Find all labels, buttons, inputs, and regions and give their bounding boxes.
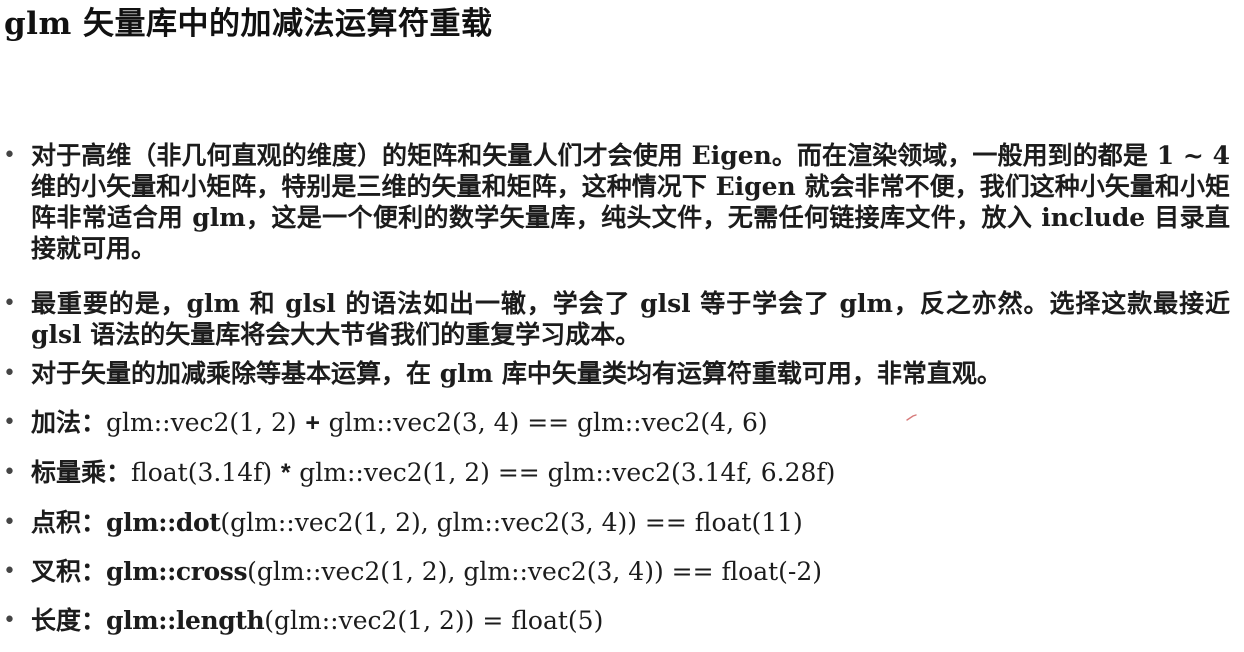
multiply-operator: * <box>280 459 291 487</box>
function-name: glm::dot <box>106 508 221 537</box>
bullet-list: • 对于高维（非几何直观的维度）的矩阵和矢量人们才会使用 Eigen。而在渲染领… <box>0 140 1230 636</box>
slide-title: glm 矢量库中的加减法运算符重载 <box>4 6 493 42</box>
function-name: glm::cross <box>106 557 248 586</box>
example-length: • 长度：glm::length(glm::vec2(1, 2)) = floa… <box>0 605 1230 636</box>
function-arguments: (glm::vec2(1, 2), glm::vec2(3, 4)) == fl… <box>247 557 823 586</box>
bullet-text: 对于高维（非几何直观的维度）的矩阵和矢量人们才会使用 Eigen。而在渲染领域，… <box>31 141 1230 263</box>
code-right: glm::vec2(3, 4) == glm::vec2(4, 6) <box>328 408 768 437</box>
function-name: glm::length <box>106 606 265 635</box>
bullet-dot: • <box>3 510 16 535</box>
example-cross-product: • 叉积：glm::cross(glm::vec2(1, 2), glm::ve… <box>0 556 1230 587</box>
example-addition: • 加法：glm::vec2(1, 2) + glm::vec2(3, 4) =… <box>0 407 1230 439</box>
bullet-text: 最重要的是，glm 和 glsl 的语法如出一辙，学会了 glsl 等于学会了 … <box>31 289 1230 349</box>
example-label: 叉积： <box>31 557 107 586</box>
example-dot-product: • 点积：glm::dot(glm::vec2(1, 2), glm::vec2… <box>0 507 1230 538</box>
function-arguments: (glm::vec2(1, 2)) = float(5) <box>264 606 604 635</box>
bullet-dot: • <box>3 608 16 633</box>
bullet-dot: • <box>3 291 16 316</box>
example-label: 标量乘： <box>31 458 132 487</box>
code-left: glm::vec2(1, 2) <box>106 408 297 437</box>
bullet-item: • 对于高维（非几何直观的维度）的矩阵和矢量人们才会使用 Eigen。而在渲染领… <box>0 140 1230 280</box>
bullet-item: • 最重要的是，glm 和 glsl 的语法如出一辙，学会了 glsl 等于学会… <box>0 288 1230 351</box>
bullet-dot: • <box>3 460 16 485</box>
slide: glm 矢量库中的加减法运算符重载 • 对于高维（非几何直观的维度）的矩阵和矢量… <box>0 0 1244 652</box>
example-label: 加法： <box>31 408 107 437</box>
function-arguments: (glm::vec2(1, 2), glm::vec2(3, 4)) == fl… <box>220 508 803 537</box>
bullet-text: 对于矢量的加减乘除等基本运算，在 glm 库中矢量类均有运算符重载可用，非常直观… <box>31 359 1002 388</box>
code-right: glm::vec2(1, 2) == glm::vec2(3.14f, 6.28… <box>299 458 836 487</box>
bullet-dot: • <box>3 143 16 168</box>
annotation-mark-icon <box>906 414 917 421</box>
example-scalar-multiply: • 标量乘：float(3.14f) * glm::vec2(1, 2) == … <box>0 457 1230 489</box>
bullet-dot: • <box>3 559 16 584</box>
example-label: 长度： <box>31 606 107 635</box>
bullet-item: • 对于矢量的加减乘除等基本运算，在 glm 库中矢量类均有运算符重载可用，非常… <box>0 358 1230 389</box>
example-label: 点积： <box>31 508 107 537</box>
bullet-dot: • <box>3 410 16 435</box>
plus-operator: + <box>305 409 320 437</box>
bullet-dot: • <box>3 361 16 386</box>
code-left: float(3.14f) <box>131 458 273 487</box>
